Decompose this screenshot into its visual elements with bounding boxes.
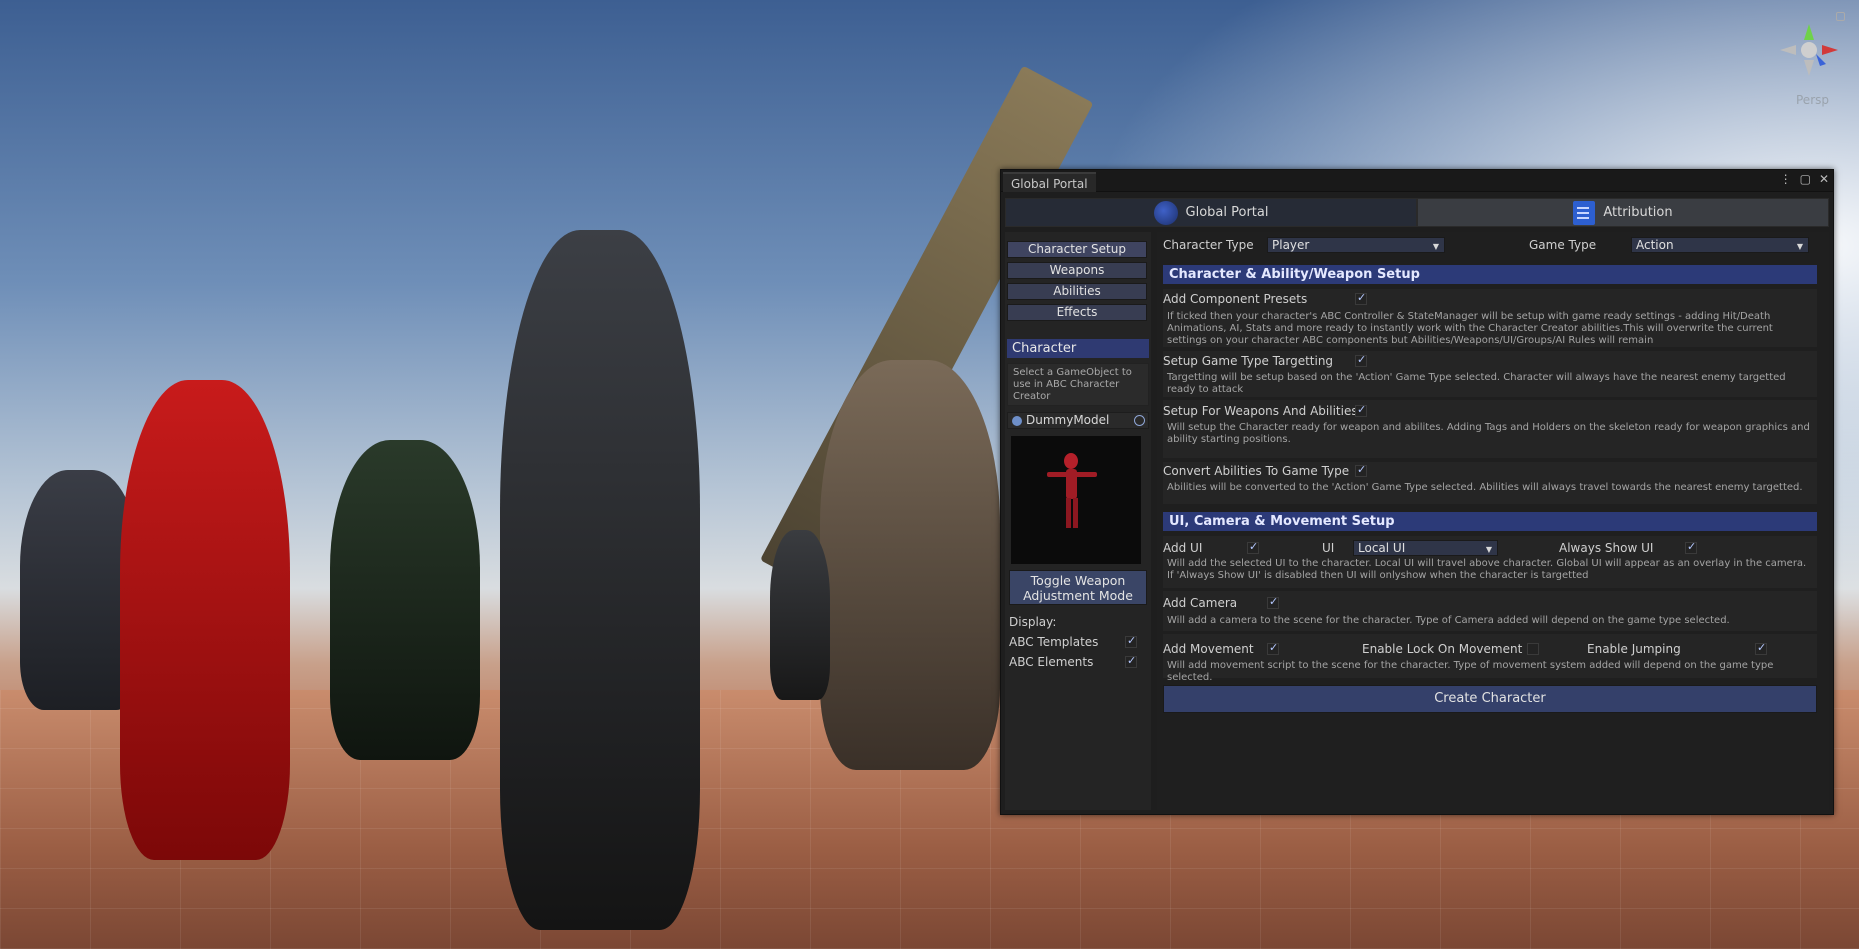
- projection-label[interactable]: Persp: [1796, 93, 1829, 107]
- gameobject-icon: [1012, 416, 1022, 426]
- add-camera-checkbox[interactable]: [1267, 595, 1279, 609]
- tab-global-portal[interactable]: Global Portal: [1005, 198, 1417, 227]
- abc-templates-checkbox[interactable]: [1125, 634, 1137, 648]
- game-type-label: Game Type: [1529, 238, 1597, 252]
- setup-weapons-checkbox[interactable]: [1355, 403, 1367, 417]
- enable-lock-on-checkbox[interactable]: [1527, 643, 1539, 655]
- setup-targetting-label: Setup Game Type Targetting: [1163, 354, 1334, 368]
- ui-camera-movement-header: UI, Camera & Movement Setup: [1163, 512, 1817, 531]
- abc-elements-label: ABC Elements: [1009, 655, 1094, 669]
- add-movement-checkbox[interactable]: [1267, 641, 1279, 655]
- nav-character-setup[interactable]: Character Setup: [1007, 241, 1147, 258]
- window-titlebar: Global Portal ⋮ ▢ ✕: [1001, 170, 1833, 192]
- small-warrior-character: [770, 530, 830, 700]
- add-ui-label: Add UI: [1163, 541, 1203, 555]
- global-portal-window: Global Portal ⋮ ▢ ✕ Global Portal Attrib…: [1000, 169, 1834, 815]
- nav-weapons[interactable]: Weapons: [1007, 262, 1147, 279]
- ui-type-dropdown[interactable]: Local UI: [1353, 540, 1498, 557]
- add-movement-desc: Will add movement script to the scene fo…: [1167, 660, 1774, 683]
- top-tab-bar: Global Portal Attribution: [1005, 198, 1829, 227]
- character-object-field[interactable]: DummyModel: [1007, 412, 1149, 429]
- scene-gizmo-icon[interactable]: [1774, 20, 1844, 90]
- add-component-presets-desc: If ticked then your character's ABC Cont…: [1167, 311, 1773, 346]
- enable-jumping-label: Enable Jumping: [1587, 642, 1681, 656]
- abc-elements-checkbox[interactable]: [1125, 654, 1137, 668]
- add-movement-label: Add Movement: [1163, 642, 1254, 656]
- add-camera-desc: Will add a camera to the scene for the c…: [1167, 615, 1730, 626]
- document-icon: [1573, 200, 1596, 225]
- select-object-help: Select a GameObject to use in ABC Charac…: [1007, 363, 1149, 406]
- enable-jumping-checkbox[interactable]: [1755, 641, 1767, 655]
- left-panel: Character Setup Weapons Abilities Effect…: [1005, 232, 1151, 810]
- add-component-presets-checkbox[interactable]: [1355, 291, 1367, 305]
- window-tab[interactable]: Global Portal: [1003, 172, 1096, 192]
- create-character-button[interactable]: Create Character: [1163, 685, 1817, 713]
- display-label: Display:: [1009, 615, 1057, 629]
- window-controls: ⋮ ▢ ✕: [1780, 172, 1829, 186]
- convert-abilities-desc: Abilities will be converted to the 'Acti…: [1167, 482, 1803, 493]
- red-dummy-character: [120, 380, 290, 860]
- setup-targetting-desc: Targetting will be setup based on the 'A…: [1167, 372, 1786, 395]
- more-options-icon[interactable]: ⋮: [1780, 172, 1792, 186]
- stone-golem-character: [820, 360, 1000, 770]
- always-show-ui-checkbox[interactable]: [1685, 540, 1697, 554]
- model-preview: [1011, 436, 1141, 564]
- button-line-2: Adjustment Mode: [1023, 588, 1133, 603]
- character-type-label: Character Type: [1163, 238, 1254, 252]
- tab-attribution[interactable]: Attribution: [1417, 198, 1829, 227]
- tab-label: Attribution: [1603, 205, 1673, 220]
- character-section-title: Character: [1007, 339, 1149, 358]
- object-picker-icon[interactable]: [1134, 415, 1145, 426]
- dark-green-character: [330, 440, 480, 760]
- setup-weapons-desc: Will setup the Character ready for weapo…: [1167, 422, 1810, 445]
- add-camera-label: Add Camera: [1163, 596, 1238, 610]
- convert-abilities-label: Convert Abilities To Game Type: [1163, 464, 1350, 478]
- button-line-1: Toggle Weapon: [1030, 573, 1126, 588]
- close-icon[interactable]: ✕: [1819, 172, 1829, 186]
- game-type-dropdown[interactable]: Action: [1631, 237, 1809, 254]
- main-hero-character: [500, 230, 700, 930]
- right-panel: Character Type Player Game Type Action C…: [1157, 232, 1829, 810]
- convert-abilities-checkbox[interactable]: [1355, 463, 1367, 477]
- character-setup-header: Character & Ability/Weapon Setup: [1163, 265, 1817, 284]
- ui-type-label: UI: [1322, 541, 1335, 555]
- setup-targetting-checkbox[interactable]: [1355, 353, 1367, 367]
- globe-icon: [1153, 200, 1178, 225]
- abc-templates-label: ABC Templates: [1009, 635, 1099, 649]
- add-component-presets-label: Add Component Presets: [1163, 292, 1308, 306]
- enable-lock-on-label: Enable Lock On Movement: [1362, 642, 1523, 656]
- nav-abilities[interactable]: Abilities: [1007, 283, 1147, 300]
- nav-effects[interactable]: Effects: [1007, 304, 1147, 321]
- add-ui-desc: Will add the selected UI to the characte…: [1167, 558, 1807, 581]
- toggle-weapon-adjustment-button[interactable]: Toggle Weapon Adjustment Mode: [1009, 570, 1147, 605]
- object-field-value: DummyModel: [1026, 413, 1110, 427]
- maximize-icon[interactable]: ▢: [1800, 172, 1811, 186]
- always-show-ui-label: Always Show UI: [1559, 541, 1654, 555]
- add-ui-checkbox[interactable]: [1247, 540, 1259, 554]
- character-type-dropdown[interactable]: Player: [1267, 237, 1445, 254]
- lock-icon[interactable]: [1836, 12, 1845, 21]
- setup-weapons-label: Setup For Weapons And Abilities: [1163, 404, 1358, 418]
- tab-label: Global Portal: [1185, 205, 1269, 220]
